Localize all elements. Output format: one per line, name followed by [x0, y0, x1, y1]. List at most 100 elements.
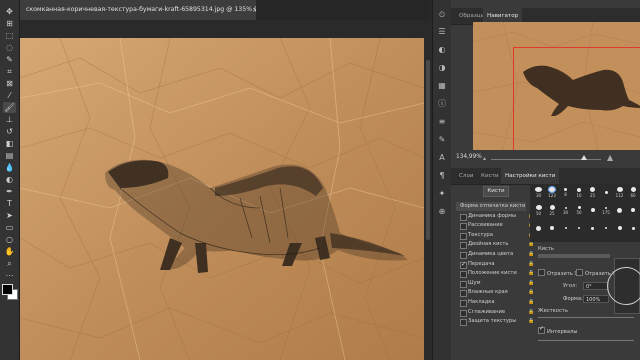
eyedropper-icon[interactable]: ⁄ — [3, 90, 16, 101]
move-icon[interactable]: ✥ — [3, 6, 16, 17]
channels-icon[interactable]: ≡ — [437, 116, 447, 126]
brush-tip[interactable]: 25 — [547, 205, 558, 216]
brush-tip[interactable] — [587, 223, 598, 234]
gradient-icon[interactable]: ▤ — [3, 150, 16, 161]
brush-tip[interactable] — [601, 223, 612, 234]
brush-tip[interactable]: 123 — [547, 186, 558, 198]
adjustments-icon[interactable]: ◐ — [437, 44, 447, 54]
brush-option-item[interactable]: Форма отпечатка кисти — [456, 202, 526, 211]
lock-icon[interactable]: 🔒 — [528, 251, 534, 257]
brush-settings-icon[interactable]: ✦ — [437, 188, 447, 198]
brush-option-checkbox[interactable] — [460, 271, 467, 279]
brush-option-checkbox[interactable] — [460, 300, 467, 307]
lock-icon[interactable]: 🔒 — [528, 270, 534, 276]
brush-option-checkbox[interactable] — [460, 252, 467, 259]
zoom-value[interactable]: 134,99% — [456, 154, 482, 160]
brush-tip[interactable] — [587, 205, 598, 216]
lock-icon[interactable]: 🔒 — [528, 261, 534, 267]
brush-tip[interactable]: 30 — [560, 205, 571, 216]
brush-angle-widget[interactable] — [607, 258, 640, 314]
path-select-icon[interactable]: ➤ — [3, 210, 16, 221]
history-icon[interactable]: ⏲ — [437, 10, 447, 20]
brush-tip[interactable]: 50 — [574, 205, 585, 216]
character-icon[interactable]: A — [437, 152, 447, 162]
brush-tip[interactable]: 50 — [533, 205, 544, 216]
artboard-icon[interactable]: ⊞ — [3, 18, 16, 29]
brush-tip[interactable]: 10 — [574, 187, 585, 198]
properties-icon[interactable]: ☰ — [437, 26, 447, 36]
tab-brush-settings[interactable]: Настройки кисти — [501, 168, 560, 184]
brush-option-checkbox[interactable] — [460, 242, 467, 250]
brush-tip[interactable]: 112 — [614, 187, 625, 198]
dodge-icon[interactable]: ◐ — [3, 174, 16, 185]
brush-option-checkbox[interactable] — [460, 232, 467, 240]
stamp-icon[interactable]: ⊥ — [3, 114, 16, 125]
brush-option-checkbox[interactable] — [460, 280, 467, 288]
spacing-slider[interactable] — [538, 340, 634, 341]
lock-icon[interactable]: 🔒 — [528, 289, 534, 295]
clone-source-icon[interactable]: ⊕ — [437, 206, 447, 216]
paths-icon[interactable]: ✎ — [437, 134, 447, 144]
brush-tip[interactable] — [547, 223, 558, 234]
brush-option-checkbox[interactable] — [460, 319, 467, 327]
brush-tip[interactable]: 175 — [601, 205, 612, 216]
navigator-view-frame[interactable] — [513, 47, 640, 150]
brush-tip[interactable] — [601, 187, 612, 198]
brush-tip[interactable] — [614, 223, 625, 234]
brush-icon[interactable]: 🖌 — [3, 102, 16, 113]
swatches-icon[interactable]: ▦ — [437, 80, 447, 90]
canvas-scrollbar[interactable] — [424, 20, 432, 360]
document-tab[interactable]: скомканная-коричневая-текстура-бумаги-kr… — [20, 0, 281, 21]
hand-icon[interactable]: ✋ — [3, 246, 16, 257]
lock-icon[interactable]: 🔒 — [528, 299, 534, 305]
lock-icon[interactable]: 🔒 — [528, 241, 534, 247]
brush-tip[interactable] — [628, 223, 639, 234]
angle-input[interactable]: 0° — [583, 282, 609, 290]
brush-tip[interactable] — [628, 205, 639, 216]
info-icon[interactable]: ⓘ — [437, 98, 447, 108]
zoom-out-icon[interactable]: ▴ — [483, 155, 488, 162]
brush-option-checkbox[interactable] — [460, 213, 467, 221]
zoom-slider-knob[interactable] — [581, 155, 587, 160]
ellipse-icon[interactable]: ○ — [3, 234, 16, 245]
brush-tip[interactable]: 25 — [587, 187, 598, 198]
pen-icon[interactable]: ✒ — [3, 186, 16, 197]
lock-icon[interactable]: 🔒 — [528, 318, 534, 324]
spacing-option[interactable]: Интервалы — [538, 325, 577, 335]
brush-tip[interactable] — [560, 223, 571, 234]
zoom-icon[interactable]: ⌕ — [3, 258, 16, 269]
rectangle-icon[interactable]: ▭ — [3, 222, 16, 233]
crop-icon[interactable]: ⌗ — [3, 66, 16, 77]
tab-layers[interactable]: Слои — [455, 168, 478, 184]
brush-tip[interactable] — [614, 205, 625, 216]
blur-icon[interactable]: 💧 — [3, 162, 16, 173]
brush-tip-grid[interactable]: 30 123 8 10 25 112 60 50 25 30 50 175 — [530, 184, 640, 242]
angle-ring-icon[interactable] — [607, 267, 640, 305]
brush-option-checkbox[interactable] — [460, 223, 467, 231]
hardness-slider[interactable] — [538, 317, 634, 318]
history-brush-icon[interactable]: ↺ — [3, 126, 16, 137]
roundness-input[interactable]: 100% — [583, 295, 609, 303]
brush-tip[interactable]: 30 — [533, 187, 544, 198]
brush-tip[interactable]: 8 — [560, 187, 571, 198]
brush-size-slider[interactable] — [538, 254, 610, 258]
marquee-icon[interactable]: ⬚ — [3, 30, 16, 41]
zoom-in-icon[interactable]: ▲ — [607, 153, 613, 162]
type-icon[interactable]: T — [3, 198, 16, 209]
eraser-icon[interactable]: ◧ — [3, 138, 16, 149]
document-canvas[interactable] — [20, 38, 424, 360]
brush-option-checkbox[interactable] — [460, 290, 467, 298]
scrollbar-thumb[interactable] — [426, 60, 430, 240]
foreground-color-swatch[interactable] — [2, 284, 13, 295]
lock-icon[interactable]: 🔒 — [528, 309, 534, 315]
tab-brushes[interactable]: Кисти — [477, 168, 503, 184]
frame-icon[interactable]: ⊠ — [3, 78, 16, 89]
paragraph-icon[interactable]: ¶ — [437, 170, 447, 180]
brushes-button[interactable]: Кисти — [483, 186, 509, 197]
more-icon[interactable]: ⋯ — [3, 270, 16, 281]
brush-option-checkbox[interactable] — [460, 309, 467, 317]
brush-tip[interactable]: 60 — [628, 187, 639, 198]
flip-x-option[interactable]: Отразить X — [538, 268, 578, 277]
brush-tip[interactable] — [574, 223, 585, 234]
color-swatches[interactable] — [2, 284, 18, 300]
